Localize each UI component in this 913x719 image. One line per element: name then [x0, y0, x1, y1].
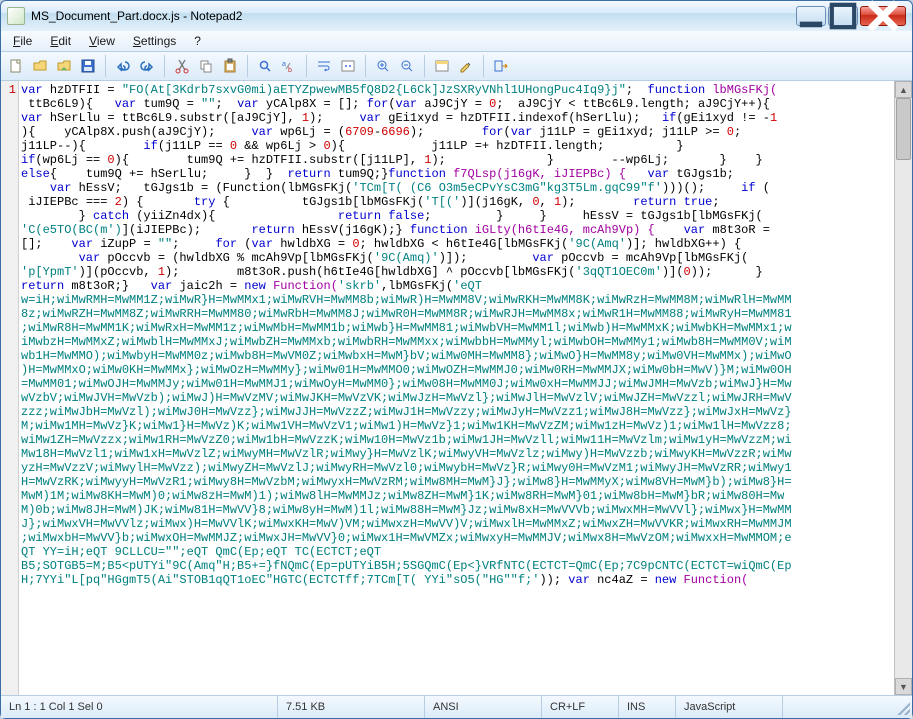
copy-button[interactable] — [195, 55, 217, 77]
menu-view[interactable]: View — [81, 32, 123, 50]
toolbar-separator — [365, 55, 366, 77]
minimize-button[interactable] — [796, 6, 826, 26]
paste-button[interactable] — [219, 55, 241, 77]
menu-edit[interactable]: Edit — [42, 32, 79, 50]
scheme-button[interactable] — [431, 55, 453, 77]
editor: 1 var hzDTFII = "FO(At[3Kdrb7sxvG0mi)aET… — [1, 81, 912, 695]
cut-button[interactable] — [171, 55, 193, 77]
status-lineending[interactable]: CR+LF — [542, 696, 619, 718]
window: MS_Document_Part.docx.js - Notepad2 File… — [0, 0, 913, 719]
zoom-in-button[interactable] — [372, 55, 394, 77]
scroll-down-button[interactable]: ▼ — [895, 678, 912, 695]
toolbar-separator — [424, 55, 425, 77]
redo-button[interactable] — [136, 55, 158, 77]
close-button[interactable] — [860, 6, 906, 26]
code-area[interactable]: var hzDTFII = "FO(At[3Kdrb7sxvG0mi)aETYZ… — [19, 81, 894, 695]
toolbar: ab — [1, 52, 912, 81]
status-language[interactable]: JavaScript — [676, 696, 783, 718]
menu-settings[interactable]: Settings — [125, 32, 184, 50]
menu-file[interactable]: File — [5, 32, 40, 50]
scroll-up-button[interactable]: ▲ — [895, 81, 912, 98]
status-position[interactable]: Ln 1 : 1 Col 1 Sel 0 — [1, 696, 278, 718]
menu-help[interactable]: ? — [186, 32, 209, 50]
window-controls — [796, 6, 906, 26]
resize-grip-icon[interactable] — [894, 699, 910, 715]
browse-folder-button[interactable] — [53, 55, 75, 77]
toolbar-separator — [306, 55, 307, 77]
customize-button[interactable] — [455, 55, 477, 77]
status-filesize[interactable]: 7.51 KB — [278, 696, 425, 718]
open-file-button[interactable] — [29, 55, 51, 77]
undo-button[interactable] — [112, 55, 134, 77]
zoom-out-button[interactable] — [396, 55, 418, 77]
find-button[interactable] — [254, 55, 276, 77]
toolbar-separator — [483, 55, 484, 77]
replace-button[interactable]: ab — [278, 55, 300, 77]
show-whitespace-button[interactable] — [337, 55, 359, 77]
maximize-button[interactable] — [828, 6, 858, 26]
window-title: MS_Document_Part.docx.js - Notepad2 — [31, 9, 796, 23]
status-encoding[interactable]: ANSI — [425, 696, 542, 718]
toolbar-separator — [247, 55, 248, 77]
svg-text:b: b — [288, 67, 292, 74]
status-bar: Ln 1 : 1 Col 1 Sel 0 7.51 KB ANSI CR+LF … — [1, 695, 912, 718]
titlebar[interactable]: MS_Document_Part.docx.js - Notepad2 — [1, 1, 912, 31]
app-icon — [7, 7, 25, 25]
scroll-thumb[interactable] — [896, 98, 911, 160]
word-wrap-button[interactable] — [313, 55, 335, 77]
line-number: 1 — [1, 83, 16, 97]
toolbar-separator — [105, 55, 106, 77]
exit-button[interactable] — [490, 55, 512, 77]
svg-text:a: a — [282, 61, 286, 68]
save-button[interactable] — [77, 55, 99, 77]
new-file-button[interactable] — [5, 55, 27, 77]
line-number-gutter: 1 — [1, 81, 19, 695]
vertical-scrollbar[interactable]: ▲ ▼ — [894, 81, 912, 695]
menu-bar: File Edit View Settings ? — [1, 31, 912, 52]
status-spacer — [783, 696, 894, 718]
status-insertmode[interactable]: INS — [619, 696, 676, 718]
toolbar-separator — [164, 55, 165, 77]
